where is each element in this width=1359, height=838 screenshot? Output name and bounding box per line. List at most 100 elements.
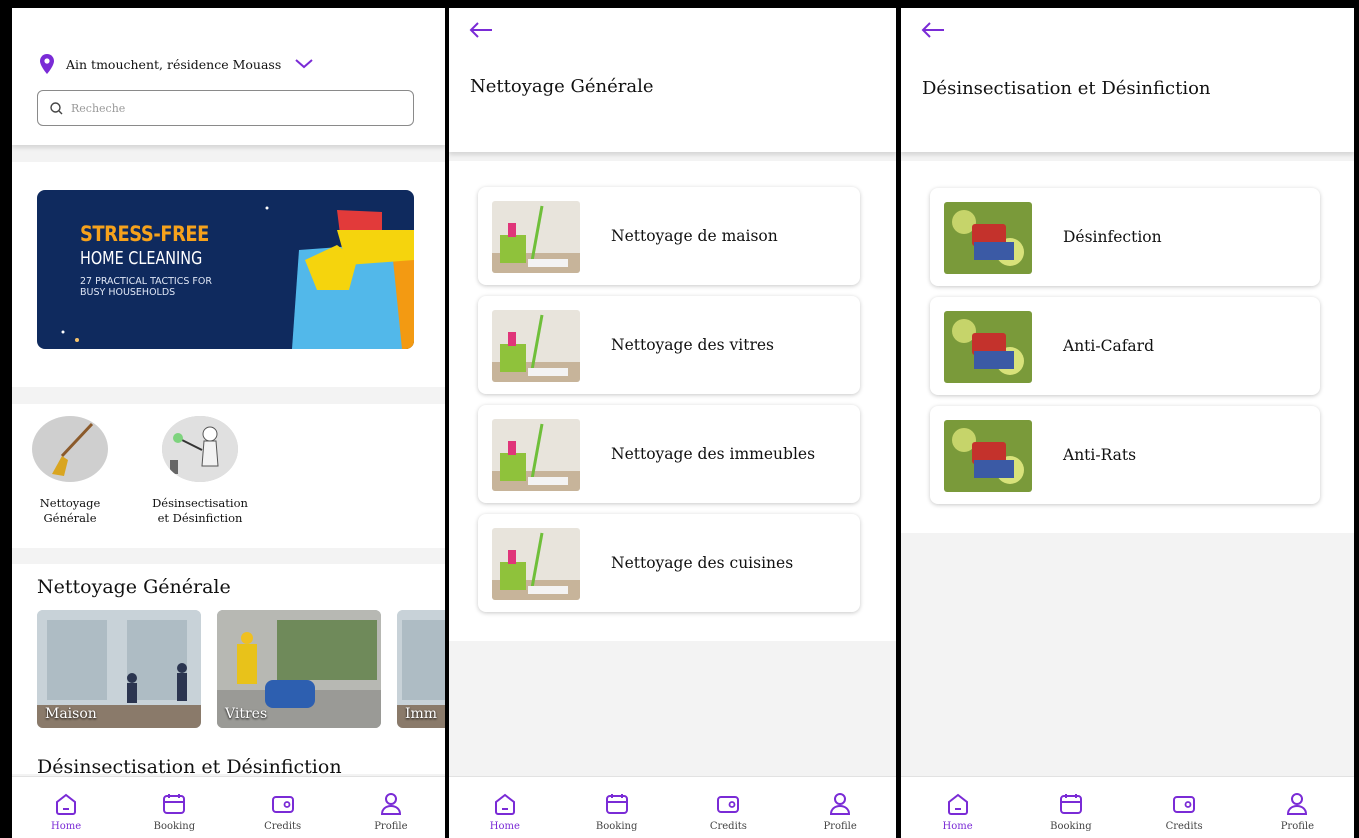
nav-label: Booking	[595, 821, 638, 832]
promo-banner[interactable]: STRESS-FREE HOME CLEANING 27 PRACTICAL T…	[37, 190, 414, 349]
nav-label: Home	[489, 821, 520, 832]
banner-caption: 27 PRACTICAL TACTICS FOR BUSY HOUSEHOLDS	[80, 276, 212, 298]
home-icon	[56, 793, 77, 815]
section-title: Désinsectisation et Désinfiction	[37, 756, 342, 778]
service-card[interactable]: Nettoyage des vitres	[478, 296, 860, 394]
service-thumbnail	[492, 201, 580, 273]
nav-label: Booking	[1050, 821, 1092, 832]
nav-profile[interactable]: Profile	[356, 791, 426, 832]
service-card[interactable]: Nettoyage des immeubles	[478, 405, 860, 503]
back-arrow-icon[interactable]	[469, 22, 493, 38]
wallet-icon	[271, 796, 294, 813]
service-label: Anti-Rats	[1063, 446, 1137, 464]
calendar-icon	[605, 794, 628, 814]
nav-credits[interactable]: Credits	[248, 791, 318, 832]
bottom-nav: Home Booking Credits Profile	[12, 776, 445, 838]
nav-label: Profile	[823, 821, 857, 832]
nav-label: Profile	[1280, 821, 1315, 832]
search-input[interactable]	[71, 101, 391, 115]
header-card: Ain tmouchent, résidence Mouass	[12, 8, 445, 145]
category-desinsectisation[interactable]: Désinsectisation et Désinfiction	[145, 416, 255, 526]
service-thumbnail	[492, 310, 580, 382]
broom-icon	[32, 416, 108, 482]
location-pin-icon	[40, 54, 54, 74]
screen-header: Désinsectisation et Désinfiction	[901, 8, 1354, 152]
nav-label: Credits	[709, 821, 747, 832]
tile-vitres[interactable]: Vitres	[217, 610, 381, 728]
wallet-icon	[717, 796, 740, 813]
bottom-nav: Home Booking Credits Profile	[449, 776, 896, 838]
home-screen: Ain tmouchent, résidence Mouass Recheche…	[12, 8, 445, 838]
nav-booking[interactable]: Booking	[582, 791, 652, 832]
categories-section: Nettoyage Générale Désinsectisation et D…	[12, 404, 445, 548]
tile-maison[interactable]: Maison	[37, 610, 201, 728]
bottom-nav: Home Booking Credits Profile	[901, 776, 1354, 838]
nav-credits[interactable]: Credits	[693, 791, 763, 832]
service-card[interactable]: Nettoyage des cuisines	[478, 514, 860, 612]
category-label: Nettoyage Générale	[39, 496, 101, 525]
calendar-icon	[163, 794, 186, 814]
tile-label: Vitres	[225, 706, 268, 722]
service-label: Anti-Cafard	[1063, 337, 1155, 355]
service-thumbnail	[492, 528, 580, 600]
nav-credits[interactable]: Credits	[1149, 791, 1219, 832]
service-label: Nettoyage des vitres	[611, 336, 774, 354]
desinsectisation-screen: Désinsectisation et Désinfiction Désinfe…	[901, 8, 1354, 838]
category-label: Désinsectisation et Désinfiction	[152, 496, 248, 525]
sprayer-icon	[162, 416, 238, 482]
tile-label: Imm	[405, 706, 438, 722]
service-label: Nettoyage des cuisines	[611, 554, 794, 572]
search-box[interactable]	[37, 90, 414, 126]
location-selector[interactable]: Ain tmouchent, résidence Mouass	[40, 54, 313, 74]
service-label: Nettoyage de maison	[611, 227, 778, 245]
profile-icon	[380, 793, 401, 815]
wallet-icon	[1173, 796, 1196, 813]
tile-immeubles[interactable]: Imm	[397, 610, 445, 728]
category-nettoyage[interactable]: Nettoyage Générale	[15, 416, 125, 526]
service-card[interactable]: Nettoyage de maison	[478, 187, 860, 285]
home-icon	[947, 793, 968, 815]
nav-home[interactable]: Home	[31, 791, 101, 832]
service-thumbnail	[944, 202, 1032, 274]
screen-header: Nettoyage Générale	[449, 8, 896, 152]
page-title: Nettoyage Générale	[470, 76, 654, 97]
service-list: Nettoyage de maison Nettoyage des vitres…	[449, 161, 896, 641]
page-title: Désinsectisation et Désinfiction	[922, 78, 1211, 99]
profile-icon	[1287, 793, 1308, 815]
nav-label: Home	[51, 821, 82, 832]
back-arrow-icon[interactable]	[921, 22, 945, 38]
tile-label: Maison	[45, 706, 97, 722]
service-card[interactable]: Anti-Rats	[930, 406, 1320, 504]
nav-home[interactable]: Home	[923, 791, 993, 832]
service-card[interactable]: Anti-Cafard	[930, 297, 1320, 395]
nav-profile[interactable]: Profile	[805, 791, 875, 832]
home-icon	[494, 793, 515, 815]
nav-label: Booking	[153, 821, 196, 832]
service-label: Nettoyage des immeubles	[611, 445, 816, 463]
search-icon	[50, 101, 63, 114]
service-thumbnail	[492, 419, 580, 491]
banner-subheadline: HOME CLEANING	[80, 248, 203, 269]
nav-label: Credits	[1165, 821, 1203, 832]
section-title: Nettoyage Générale	[37, 576, 231, 598]
nav-label: Home	[942, 821, 973, 832]
service-thumbnail	[944, 311, 1032, 383]
nav-booking[interactable]: Booking	[139, 791, 209, 832]
nettoyage-screen: Nettoyage Générale Nettoyage de maison N…	[449, 8, 896, 838]
service-thumbnail	[944, 420, 1032, 492]
banner-headline: STRESS-FREE	[80, 222, 209, 246]
location-label: Ain tmouchent, résidence Mouass	[66, 56, 282, 72]
calendar-icon	[1059, 794, 1082, 814]
nav-home[interactable]: Home	[470, 791, 540, 832]
nav-label: Credits	[264, 821, 302, 832]
service-label: Désinfection	[1063, 228, 1162, 246]
chevron-down-icon[interactable]	[295, 59, 313, 69]
profile-icon	[830, 793, 851, 815]
service-card[interactable]: Désinfection	[930, 188, 1320, 286]
nav-booking[interactable]: Booking	[1036, 791, 1106, 832]
banner-section: STRESS-FREE HOME CLEANING 27 PRACTICAL T…	[12, 162, 445, 387]
banner-artwork	[61, 206, 414, 349]
nav-profile[interactable]: Profile	[1262, 791, 1332, 832]
nettoyage-section: Nettoyage Générale Maison Vitres Imm Dés…	[12, 564, 445, 778]
service-list: Désinfection Anti-Cafard Anti-Rats	[901, 161, 1354, 533]
